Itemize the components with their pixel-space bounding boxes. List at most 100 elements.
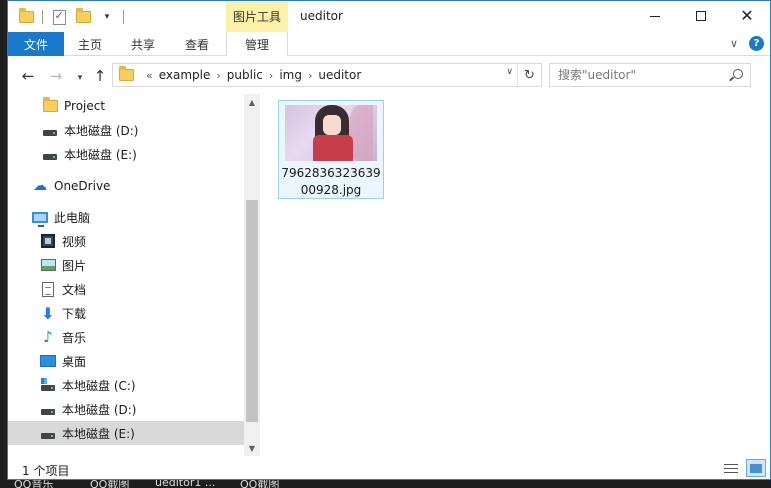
drive-icon — [42, 146, 58, 162]
customize-toolbar-dropdown-icon[interactable]: ▾ — [97, 7, 117, 27]
status-bar: 1 个项目 — [8, 457, 770, 479]
tab-manage[interactable]: 管理 — [226, 32, 288, 57]
picture-tools-tab-group: 图片工具 — [226, 1, 288, 32]
scroll-down-arrow-icon[interactable]: ▼ — [244, 440, 260, 456]
breadcrumb-example[interactable]: example — [159, 68, 211, 82]
taskbar-strip: QQ音乐 QQ截图 ueditor1 ... QQ截图 — [0, 480, 771, 488]
sidebar-item-this-pc[interactable]: 此电脑 — [8, 205, 244, 229]
tab-view[interactable]: 查看 — [174, 32, 220, 56]
breadcrumb-chevron-icon[interactable]: › — [216, 69, 220, 82]
drive-icon — [42, 122, 58, 138]
file-list-pane: 7962836323639 00928.jpg — [260, 94, 770, 456]
sidebar-item-pictures[interactable]: 图片 — [8, 253, 244, 277]
tab-share[interactable]: 共享 — [120, 32, 166, 56]
recent-locations-dropdown-icon[interactable]: ▾ — [70, 68, 90, 88]
video-icon — [40, 233, 56, 249]
search-box[interactable] — [549, 63, 751, 87]
sidebar-item-drive-e[interactable]: 本地磁盘 (E:) — [8, 142, 244, 166]
sidebar-item-documents[interactable]: 文档 — [8, 277, 244, 301]
drive-icon — [40, 401, 56, 417]
sidebar-item-drive-c[interactable]: 本地磁盘 (C:) — [8, 373, 244, 397]
computer-icon — [32, 209, 48, 227]
sidebar-item-label: 图片 — [62, 258, 87, 273]
toolbar-divider — [42, 10, 43, 24]
search-input[interactable] — [558, 68, 718, 82]
large-icons-view-icon[interactable] — [746, 459, 766, 477]
scroll-up-arrow-icon[interactable]: ▲ — [244, 94, 260, 110]
hidden-crumbs-chevron-icon[interactable]: « — [146, 69, 153, 82]
minimize-button[interactable] — [632, 1, 678, 31]
sidebar-scrollbar[interactable]: ▲ ▼ — [244, 94, 260, 456]
maximize-button[interactable] — [678, 1, 724, 31]
forward-arrow-icon[interactable]: → — [46, 66, 66, 86]
pictures-icon — [40, 257, 56, 273]
sidebar-item-label: 此电脑 — [54, 210, 91, 225]
sidebar-item-label: 本地磁盘 (D:) — [62, 402, 137, 417]
sidebar-item-label: OneDrive — [54, 179, 111, 193]
sidebar-item-drive-d[interactable]: 本地磁盘 (D:) — [8, 397, 244, 421]
address-bar[interactable]: « example › public › img › ueditor ∨ ↻ — [112, 63, 542, 87]
sidebar-item-label: 视频 — [62, 234, 87, 249]
breadcrumb-chevron-icon[interactable]: › — [308, 69, 312, 82]
sidebar-item-label: 本地磁盘 (E:) — [64, 147, 137, 162]
close-button[interactable]: ✕ — [724, 1, 770, 31]
drive-icon — [40, 377, 56, 393]
sidebar-item-drive-d[interactable]: 本地磁盘 (D:) — [8, 118, 244, 142]
expand-ribbon-icon[interactable]: ∨ — [730, 37, 738, 50]
breadcrumb-public[interactable]: public — [227, 68, 263, 82]
taskbar-item[interactable]: QQ音乐 — [14, 480, 53, 488]
tab-home[interactable]: 主页 — [68, 32, 112, 56]
file-item[interactable]: 7962836323639 00928.jpg — [278, 100, 384, 199]
navigation-row: ← → ▾ ↑ « example › public › img › uedit… — [8, 56, 770, 94]
minimize-icon — [650, 15, 660, 17]
download-icon: ⬇ — [41, 303, 55, 323]
sidebar-item-music[interactable]: ♪ 音乐 — [8, 325, 244, 349]
details-view-icon[interactable] — [722, 460, 740, 476]
file-explorer-window: ▾ 图片工具 ueditor ✕ 文件 主页 共享 查看 管理 ∨ ? ← → … — [7, 0, 771, 480]
item-count: 1 个项目 — [22, 464, 70, 478]
ribbon-tabs: 文件 主页 共享 查看 管理 ∨ ? — [8, 32, 770, 57]
search-icon[interactable] — [733, 69, 743, 79]
new-folder-icon[interactable] — [73, 7, 93, 27]
sidebar-item-label: 本地磁盘 (C:) — [62, 378, 136, 393]
breadcrumb-chevron-icon[interactable]: › — [269, 69, 273, 82]
quick-access-toolbar: ▾ — [16, 7, 126, 27]
help-icon[interactable]: ? — [749, 36, 764, 51]
file-name: 7962836323639 00928.jpg — [279, 165, 383, 199]
sidebar-item-onedrive[interactable]: ☁ OneDrive — [8, 174, 244, 198]
taskbar-item[interactable]: QQ截图 — [240, 480, 279, 488]
folder-icon[interactable] — [16, 7, 36, 27]
tab-file[interactable]: 文件 — [8, 32, 64, 56]
sidebar-item-desktop[interactable]: 桌面 — [8, 349, 244, 373]
sidebar-item-project[interactable]: Project — [8, 94, 244, 118]
sidebar-item-downloads[interactable]: ⬇ 下载 — [8, 301, 244, 325]
music-icon: ♪ — [43, 328, 53, 346]
navigation-pane: Project 本地磁盘 (D:) 本地磁盘 (E:) ☁ OneDrive 此… — [8, 94, 260, 456]
taskbar-item[interactable]: ueditor1 ... — [155, 480, 215, 488]
file-name-line-2: 00928.jpg — [300, 183, 362, 197]
title-bar: ▾ 图片工具 ueditor ✕ — [8, 1, 770, 32]
sidebar-item-label: 本地磁盘 (E:) — [62, 426, 135, 441]
sidebar-item-drive-e[interactable]: 本地磁盘 (E:) — [8, 421, 244, 445]
address-history-dropdown-icon[interactable]: ∨ — [506, 67, 513, 77]
breadcrumb-img[interactable]: img — [279, 68, 302, 82]
sidebar-item-label: 桌面 — [62, 354, 87, 369]
folder-icon — [119, 66, 134, 81]
properties-icon[interactable] — [49, 7, 69, 27]
sidebar-item-label: Project — [64, 99, 106, 113]
drive-icon — [40, 425, 56, 441]
back-arrow-icon[interactable]: ← — [18, 66, 38, 86]
sidebar-item-videos[interactable]: 视频 — [8, 229, 244, 253]
up-arrow-icon[interactable]: ↑ — [90, 66, 110, 86]
breadcrumb-ueditor[interactable]: ueditor — [318, 68, 361, 82]
refresh-icon[interactable]: ↻ — [517, 64, 541, 86]
taskbar-item[interactable]: QQ截图 — [90, 480, 129, 488]
documents-icon — [40, 281, 56, 297]
cloud-icon: ☁ — [33, 178, 47, 194]
scrollbar-thumb[interactable] — [246, 200, 258, 422]
sidebar-item-label: 音乐 — [62, 330, 87, 345]
file-name-line-1: 7962836323639 — [281, 166, 381, 180]
folder-icon — [42, 97, 58, 114]
sidebar-item-label: 本地磁盘 (D:) — [64, 123, 139, 138]
window-title: ueditor — [300, 9, 343, 23]
